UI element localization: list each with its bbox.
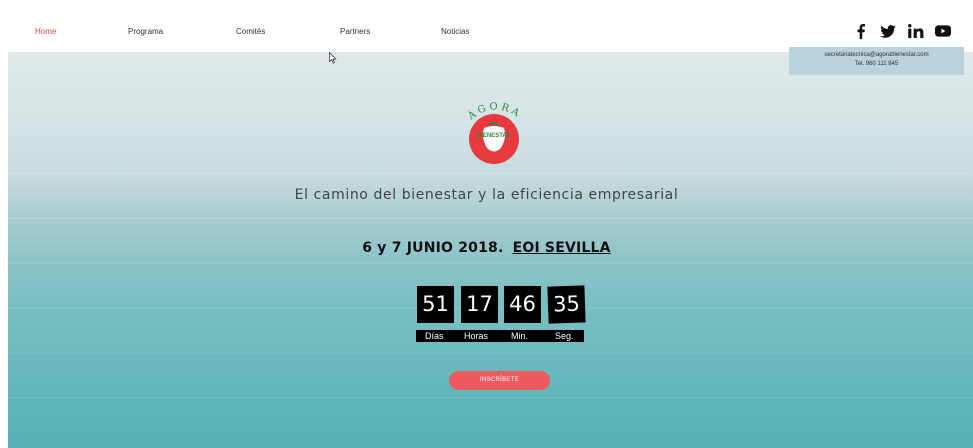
agora-bienestar-logo[interactable]: ÁGORA BIENESTAR xyxy=(459,98,529,168)
countdown-label-minutes: Min. xyxy=(511,331,529,341)
facebook-icon[interactable] xyxy=(856,22,866,40)
logo-badge-text: BIENESTAR xyxy=(477,133,512,139)
countdown-label-days: Días xyxy=(425,331,444,341)
youtube-icon[interactable] xyxy=(935,22,951,40)
nav-partners[interactable]: Partners xyxy=(340,27,370,36)
nav-noticias[interactable]: Noticias xyxy=(441,27,469,36)
twitter-icon[interactable] xyxy=(880,22,896,40)
nav-home[interactable]: Home xyxy=(35,27,56,36)
countdown-days: 51 xyxy=(417,286,454,323)
countdown-hours: 17 xyxy=(461,286,498,323)
countdown-seconds: 35 xyxy=(547,285,586,324)
contact-box: secretariatecnica@agorabienestar.com Tel… xyxy=(789,47,964,75)
page: Home Programa Comités Partners Noticias … xyxy=(0,0,973,448)
event-date: 6 y 7 JUNIO 2018. xyxy=(362,240,504,256)
nav-comites[interactable]: Comités xyxy=(236,27,265,36)
countdown-minutes: 46 xyxy=(504,286,541,323)
linkedin-icon[interactable] xyxy=(908,22,924,40)
contact-email[interactable]: secretariatecnica@agorabienestar.com xyxy=(789,51,964,60)
nav-programa[interactable]: Programa xyxy=(128,27,163,36)
mouse-cursor-icon xyxy=(329,52,337,64)
event-line: 6 y 7 JUNIO 2018. EOI SEVILLA xyxy=(0,240,973,256)
register-button[interactable]: INSCRÍBETE xyxy=(449,371,550,390)
hero-tagline: El camino del bienestar y la eficiencia … xyxy=(294,187,679,203)
top-navbar: Home Programa Comités Partners Noticias xyxy=(0,0,973,52)
countdown-label-hours: Horas xyxy=(464,331,489,341)
event-venue-link[interactable]: EOI SEVILLA xyxy=(513,240,611,256)
contact-phone: Tel. 960 111 845 xyxy=(854,61,899,67)
countdown-label-seconds: Seg. xyxy=(555,331,574,341)
